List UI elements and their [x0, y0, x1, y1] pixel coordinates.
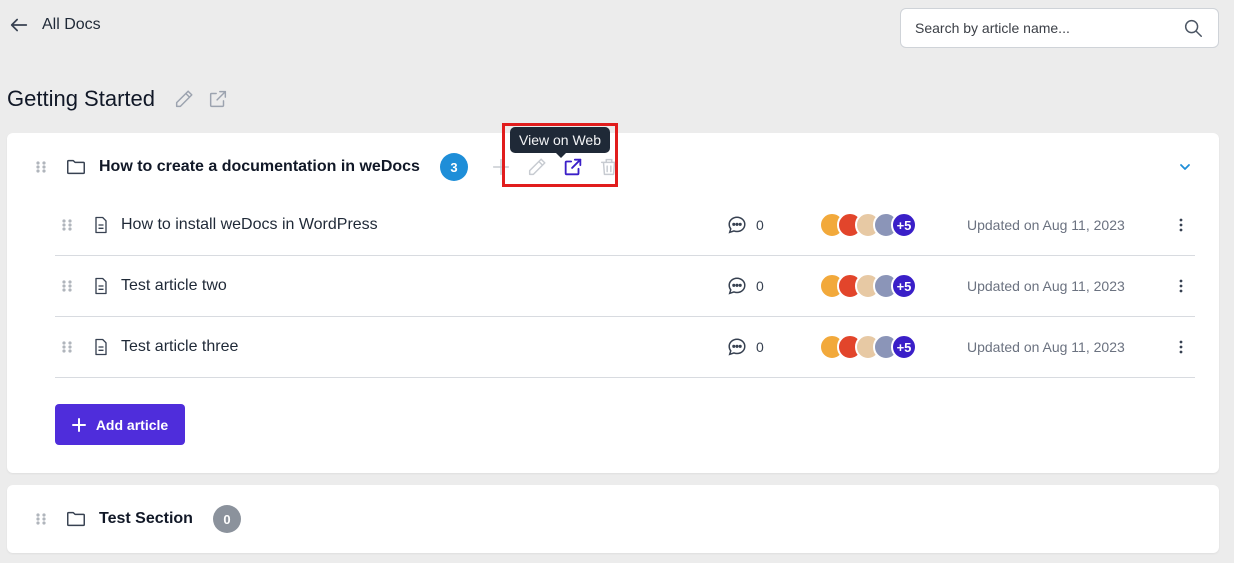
section-title[interactable]: How to create a documentation in weDocs — [99, 158, 420, 176]
comment-count-value: 0 — [756, 339, 764, 355]
updated-date: Updated on Aug 11, 2023 — [967, 339, 1125, 355]
drag-handle-icon[interactable] — [35, 160, 47, 174]
plus-icon — [71, 417, 86, 432]
document-icon — [95, 216, 107, 234]
pencil-icon[interactable] — [173, 88, 195, 110]
updated-date: Updated on Aug 11, 2023 — [967, 278, 1125, 294]
article-count-badge: 0 — [212, 505, 241, 533]
folder-icon — [67, 159, 85, 175]
section-title[interactable]: Test Section — [99, 510, 193, 528]
drag-handle-icon[interactable] — [61, 279, 73, 293]
section-header: Test Section 0 — [35, 503, 241, 535]
document-icon — [95, 338, 107, 356]
more-options-icon[interactable] — [1173, 339, 1189, 355]
contributor-avatars[interactable]: +5 — [819, 273, 917, 299]
article-row[interactable]: How to install weDocs in WordPress 0 +5 … — [55, 195, 1195, 256]
article-row[interactable]: Test article three 0 +5 Updated on Aug 1… — [55, 317, 1195, 378]
avatar-more-count: +5 — [891, 334, 917, 360]
back-link[interactable]: All Docs — [8, 14, 101, 36]
contributor-avatars[interactable]: +5 — [819, 212, 917, 238]
comment-count-value: 0 — [756, 217, 764, 233]
article-title[interactable]: Test article two — [121, 277, 227, 295]
search-icon[interactable] — [1182, 17, 1204, 39]
search-box — [900, 8, 1219, 48]
contributor-avatars[interactable]: +5 — [819, 334, 917, 360]
drag-handle-icon[interactable] — [61, 218, 73, 232]
arrow-left-icon — [10, 18, 28, 32]
add-article-button[interactable]: Add article — [55, 404, 185, 445]
comment-count: 0 — [726, 275, 764, 297]
page-title-row: Getting Started — [7, 86, 241, 112]
folder-icon — [67, 511, 85, 527]
avatar-more-count: +5 — [891, 212, 917, 238]
article-count-badge: 3 — [439, 153, 468, 181]
article-title[interactable]: How to install weDocs in WordPress — [121, 216, 378, 234]
add-article-label: Add article — [95, 416, 169, 433]
document-icon — [95, 277, 107, 295]
avatar-more-count: +5 — [891, 273, 917, 299]
drag-handle-icon[interactable] — [35, 512, 47, 526]
page-title: Getting Started — [7, 86, 155, 111]
comment-count: 0 — [726, 214, 764, 236]
article-title[interactable]: Test article three — [121, 338, 238, 356]
more-options-icon[interactable] — [1173, 278, 1189, 294]
comment-count-value: 0 — [756, 278, 764, 294]
tooltip: View on Web — [510, 127, 610, 158]
updated-date: Updated on Aug 11, 2023 — [967, 217, 1125, 233]
comment-icon — [728, 216, 746, 234]
section-card: Test Section 0 — [7, 485, 1219, 553]
comment-icon — [728, 277, 746, 295]
comment-icon — [728, 338, 746, 356]
search-input[interactable] — [915, 20, 1182, 36]
external-link-icon[interactable] — [207, 88, 229, 110]
chevron-down-icon[interactable] — [1177, 159, 1193, 175]
comment-count: 0 — [726, 336, 764, 358]
drag-handle-icon[interactable] — [61, 340, 73, 354]
article-row[interactable]: Test article two 0 +5 Updated on Aug 11,… — [55, 256, 1195, 317]
article-list: How to install weDocs in WordPress 0 +5 … — [55, 195, 1195, 378]
more-options-icon[interactable] — [1173, 217, 1189, 233]
back-label: All Docs — [42, 16, 101, 33]
